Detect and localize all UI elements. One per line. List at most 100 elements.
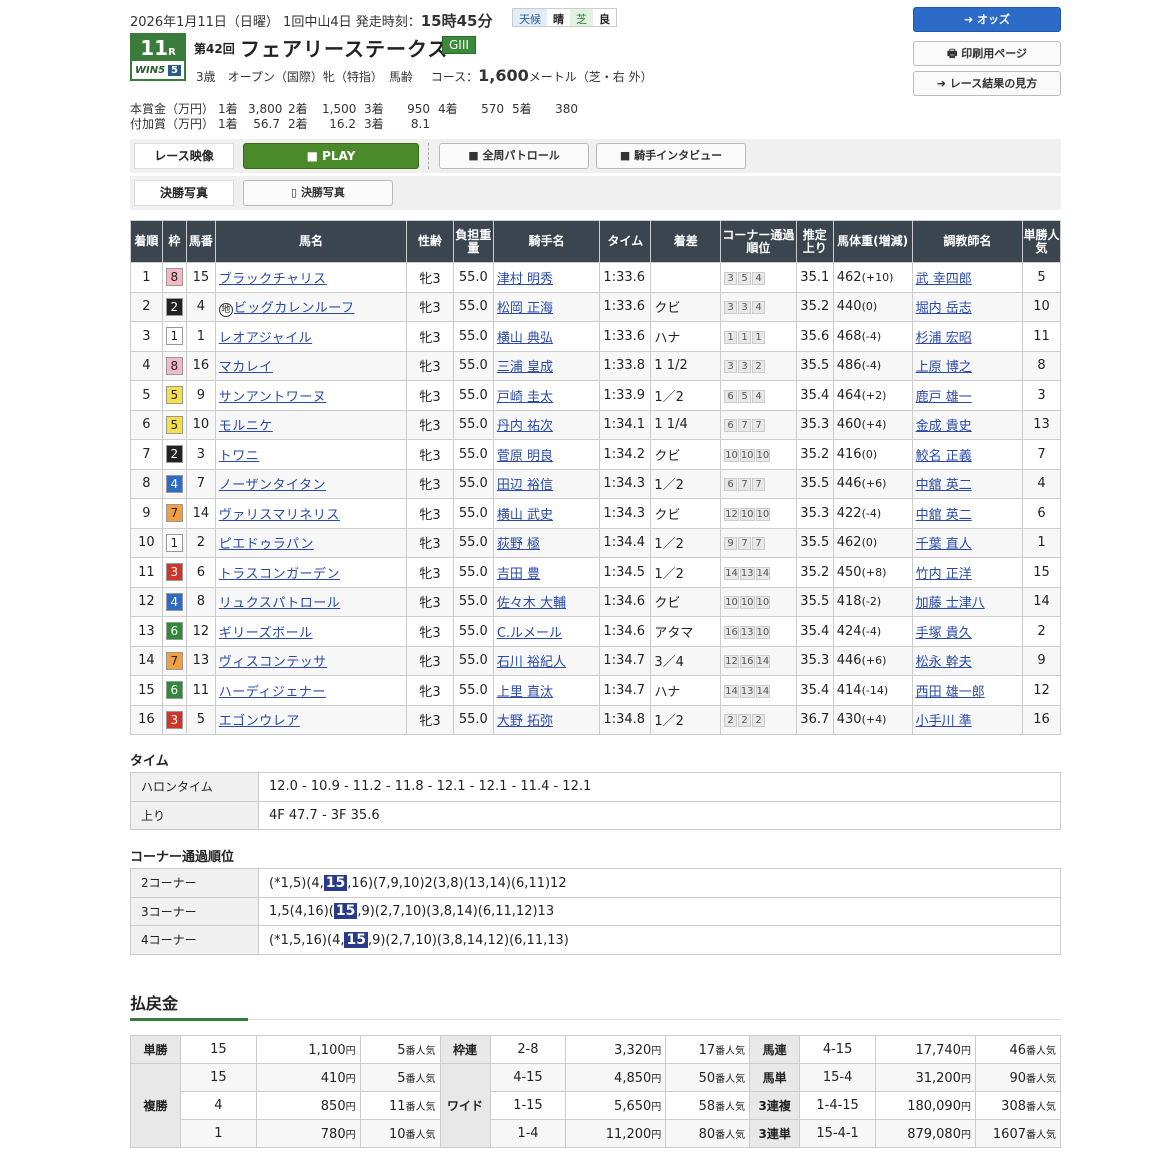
column-header: コーナー通過順位 [720,220,797,263]
horse-number: 13 [185,645,216,676]
corner-position: 13 [739,684,755,698]
weight-carried: 55.0 [452,409,494,440]
jockey-link[interactable]: 津村 明秀 [497,272,553,287]
jockey-link[interactable]: 田辺 裕信 [497,478,553,493]
trainer-link[interactable]: 武 幸四郎 [916,272,972,287]
trainer-link[interactable]: 中舘 英二 [916,478,972,493]
corner-position: 6 [724,478,738,492]
corner-positions: 677 [720,409,797,440]
sex-age: 牝3 [406,498,454,529]
jockey-link[interactable]: 石川 裕紀人 [497,655,566,670]
trainer-link[interactable]: 千葉 直人 [916,537,972,552]
combination: 4-15 [489,1063,567,1092]
horse-name-link[interactable]: ハーディジェナー [219,685,326,700]
payout-table: 単勝 15 1,100円 5番人気 枠連 2-8 3,320円 17番人気 馬連 4-15… [130,1035,1062,1148]
horse-name-link[interactable]: リュクスパトロール [219,596,341,611]
weight-carried: 55.0 [452,557,494,588]
trainer-link[interactable]: 金成 貴史 [916,419,972,434]
horse-name-link[interactable]: ビッグカレンルーフ [234,301,355,316]
horse-name-link[interactable]: マカレイ [219,360,273,375]
corner-position: 12 [724,655,739,669]
trainer-link[interactable]: 鹿戸 雄一 [916,390,972,405]
payout-popularity: 11 [388,1098,406,1114]
jockey-link[interactable]: 横山 典弘 [497,331,553,346]
corner-position: 14 [724,566,739,580]
odds-button[interactable]: ➜ オッズ [913,7,1061,32]
corner-table: 2コーナー (*1,5)(4, 15,16)(7,9,10)2(3,8)(13,14… [130,868,1061,955]
popularity: 14 [1022,586,1061,617]
trainer-link[interactable]: 鮫名 正義 [916,449,972,464]
corner-positions: 977 [720,527,797,558]
corner-position: 3 [724,271,738,285]
race-name: フェアリーステークス [240,37,449,61]
payout-amount: 3,320 [614,1042,652,1058]
sex-age: 牝3 [406,409,454,440]
trainer-link[interactable]: 上原 博之 [916,360,972,375]
horse-name-link[interactable]: トワニ [219,449,260,464]
last-3f: 35.4 [795,616,834,647]
trainer-link[interactable]: 西田 雄一郎 [916,685,985,700]
trainer-link[interactable]: 杉浦 宏昭 [916,331,972,346]
margin: 1／2 [650,527,722,558]
print-page-button[interactable]: 🖶 印刷用ページ [913,41,1061,66]
corner-position: 10 [755,625,771,639]
horse-name-link[interactable]: モルニケ [219,419,273,434]
trainer-link[interactable]: 堀内 岳志 [916,301,972,316]
horse-name-link[interactable]: トラスコンガーデン [219,567,340,582]
horse-name-link[interactable]: ブラックチャリス [219,272,327,287]
horse-name-link[interactable]: エゴンウレア [219,714,300,729]
bet-type-label: 3連複 [749,1091,801,1120]
horse-number: 11 [185,675,216,706]
combination: 4 [179,1091,257,1120]
horse-name-link[interactable]: ノーザンタイタン [219,478,326,493]
corner-position: 2 [724,714,738,728]
trainer-link[interactable]: 手塚 貴久 [916,626,972,641]
jockey-link[interactable]: 戸崎 圭太 [497,390,553,405]
corner-positions: 10 10 10 [720,439,797,470]
jockey-link[interactable]: 丹内 祐次 [497,419,553,434]
last-3f: 35.5 [795,527,834,558]
payout-amount: 850 [320,1098,346,1114]
jockey-interview-button[interactable]: ■ 騎手インタビュー [596,143,746,169]
jockey-link[interactable]: 横山 武史 [497,508,553,523]
jockey-link[interactable]: 松岡 正海 [497,301,553,316]
jockey-link[interactable]: 三浦 皇成 [497,360,553,375]
jockey-link[interactable]: 荻野 極 [497,537,540,552]
horse-name-link[interactable]: ヴァリスマリネリス [219,508,340,523]
finish-photo-button[interactable]: ▯ 決勝写真 [243,180,393,206]
horse-number: 3 [185,439,216,470]
patrol-video-button[interactable]: ■ 全周パトロール [439,143,589,169]
result-guide-button[interactable]: ➜ レース結果の見方 [913,71,1061,96]
jockey-link[interactable]: C.ルメール [497,626,562,641]
combination: 15-4-1 [799,1119,877,1148]
race-time: 1:34.8 [599,704,652,735]
trainer-link[interactable]: 竹内 正洋 [916,567,972,582]
trainer-link[interactable]: 小手川 準 [916,714,972,729]
jockey-link[interactable]: 佐々木 大輔 [497,596,566,611]
jockey-link[interactable]: 吉田 豊 [497,567,540,582]
play-button[interactable]: ■ PLAY [243,143,419,169]
sex-age: 牝3 [406,350,454,381]
jockey-link[interactable]: 大野 拓弥 [497,714,553,729]
trainer-link[interactable]: 加藤 士津八 [916,596,985,611]
horse-name-link[interactable]: サンアントワーヌ [219,390,326,405]
trainer-link[interactable]: 松永 幹夫 [916,655,972,670]
horse-number: 4 [185,291,216,322]
popularity: 6 [1022,498,1061,529]
corner-positions: 16 13 10 [720,616,797,647]
weight-carried: 55.0 [452,262,494,293]
horse-name-link[interactable]: レオアジャイル [219,331,312,346]
combination: 15 [179,1035,257,1064]
win5-logo: WIN5 5 [132,61,184,79]
time-section-title: タイム [130,754,169,769]
horse-name-link[interactable]: ヴィスコンテッサ [219,655,327,670]
horse-name-link[interactable]: ピエドゥラパン [219,537,314,552]
trainer-link[interactable]: 中舘 英二 [916,508,972,523]
finish-position: 2 [130,291,163,322]
margin: クビ [650,498,722,529]
horse-name-link[interactable]: ギリーズボール [219,626,313,641]
margin: 1／2 [650,380,722,411]
jockey-link[interactable]: 上里 直汰 [497,685,553,700]
corner-position: 14 [755,566,771,580]
jockey-link[interactable]: 菅原 明良 [497,449,553,464]
